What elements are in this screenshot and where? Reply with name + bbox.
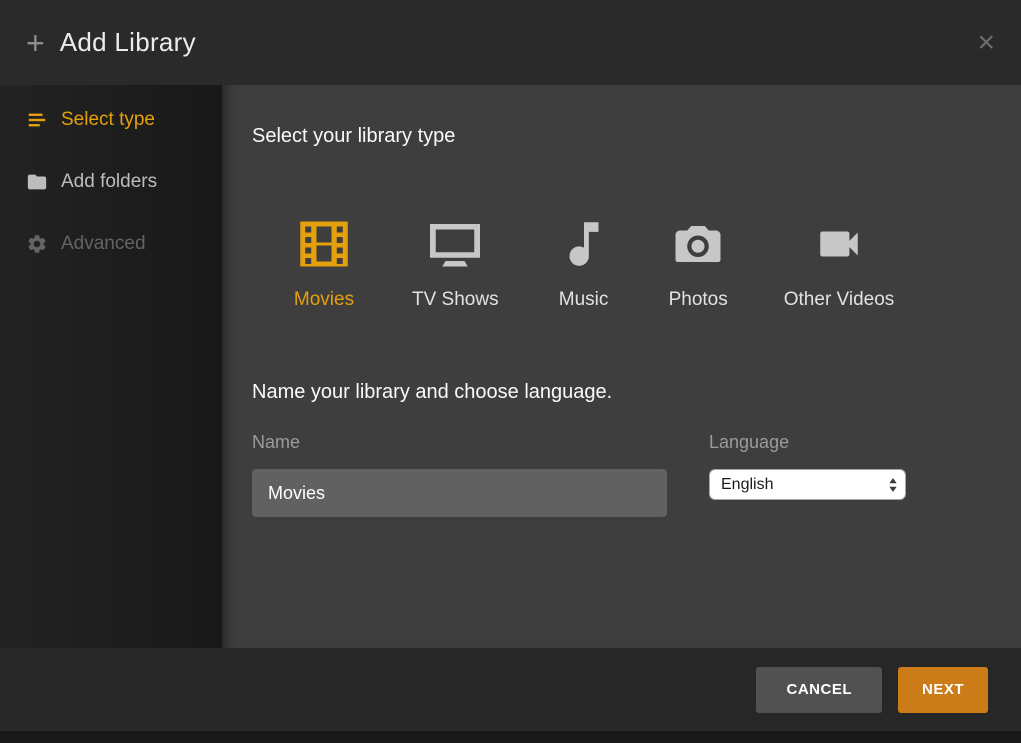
- library-type-label: Other Videos: [784, 289, 895, 311]
- video-camera-icon: [806, 212, 872, 276]
- plus-icon: +: [26, 27, 45, 59]
- gear-icon: [26, 233, 48, 255]
- next-button[interactable]: NEXT: [898, 667, 988, 713]
- library-name-input[interactable]: [252, 469, 667, 517]
- sidebar-item-label: Advanced: [61, 233, 146, 255]
- main-content: Select your library type Movies: [222, 85, 1021, 648]
- select-stepper-icon: [888, 477, 898, 493]
- library-type-label: TV Shows: [412, 289, 499, 311]
- library-type-other-videos[interactable]: Other Videos: [784, 212, 895, 311]
- camera-icon: [669, 212, 727, 276]
- sidebar-item-label: Select type: [61, 109, 155, 131]
- library-type-label: Photos: [669, 289, 728, 311]
- library-type-tv-shows[interactable]: TV Shows: [412, 212, 499, 311]
- library-type-movies[interactable]: Movies: [292, 212, 356, 311]
- list-lines-icon: [26, 109, 48, 131]
- film-icon: [292, 212, 356, 276]
- library-type-heading: Select your library type: [252, 123, 991, 150]
- library-type-photos[interactable]: Photos: [669, 212, 728, 311]
- name-label: Name: [252, 432, 667, 453]
- name-language-heading: Name your library and choose language.: [252, 379, 991, 406]
- name-field-group: Name: [252, 432, 667, 517]
- folder-icon: [26, 171, 48, 193]
- dialog-header: + Add Library ×: [0, 0, 1021, 85]
- add-library-dialog: + Add Library × Select type: [0, 0, 1021, 731]
- tv-icon: [422, 212, 488, 276]
- library-type-music[interactable]: Music: [555, 212, 613, 311]
- library-type-row: Movies TV Shows: [292, 212, 991, 311]
- language-label: Language: [709, 432, 906, 453]
- sidebar-item-label: Add folders: [61, 171, 157, 193]
- language-select[interactable]: English: [709, 469, 906, 500]
- language-field-group: Language English: [709, 432, 906, 500]
- sidebar: Select type Add folders Advanced: [0, 85, 222, 648]
- close-icon[interactable]: ×: [977, 28, 995, 58]
- dialog-footer: CANCEL NEXT: [0, 648, 1021, 731]
- music-note-icon: [555, 212, 613, 276]
- library-type-label: Movies: [294, 289, 354, 311]
- name-language-form: Name Language English: [252, 432, 991, 517]
- dialog-title: Add Library: [60, 27, 196, 58]
- language-select-value: English: [721, 476, 888, 494]
- sidebar-item-select-type[interactable]: Select type: [0, 89, 222, 151]
- cancel-button[interactable]: CANCEL: [756, 667, 882, 713]
- dialog-body: Select type Add folders Advanced: [0, 85, 1021, 648]
- library-type-label: Music: [559, 289, 609, 311]
- sidebar-item-advanced[interactable]: Advanced: [0, 213, 222, 275]
- sidebar-item-add-folders[interactable]: Add folders: [0, 151, 222, 213]
